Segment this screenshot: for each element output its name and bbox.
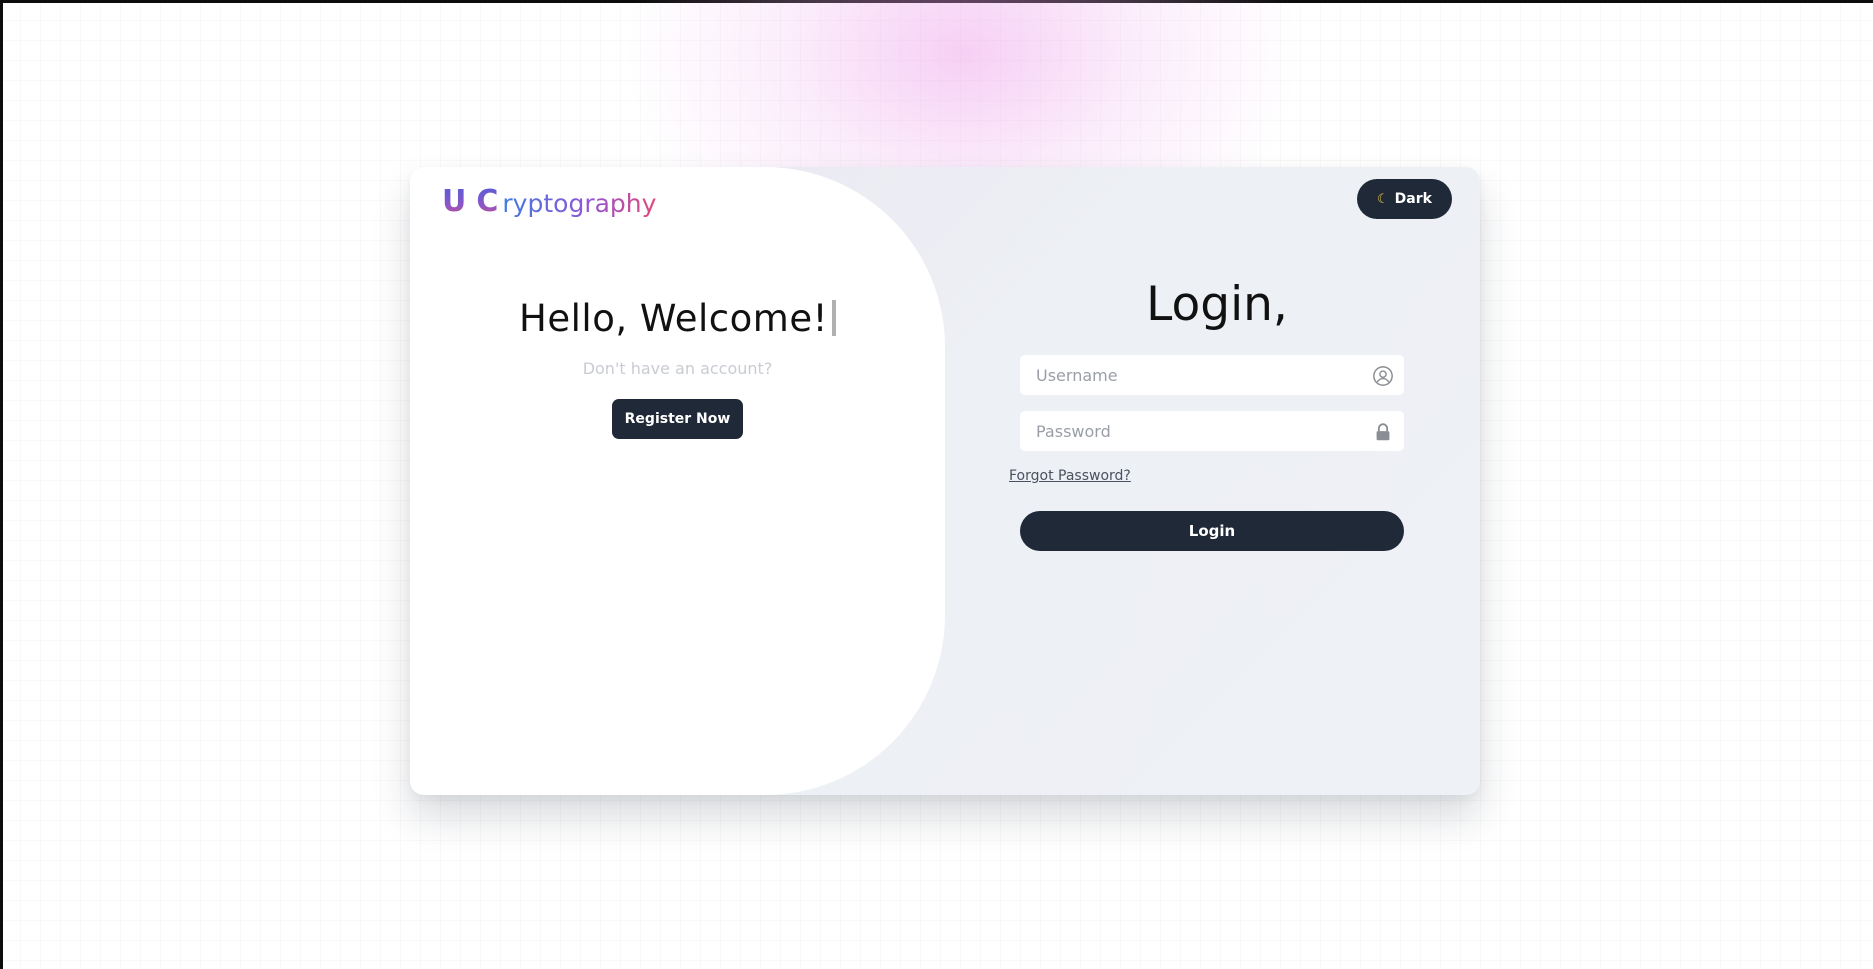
typing-caret	[831, 300, 836, 336]
logo-letter-c: C	[476, 184, 499, 219]
dark-mode-label: Dark	[1394, 191, 1432, 207]
logo-wordmark: ryptography	[502, 189, 657, 218]
welcome-heading: Hello, Welcome!	[410, 297, 945, 340]
dark-mode-toggle[interactable]: ☾ Dark	[1357, 179, 1452, 219]
auth-card: U C ryptography Hello, Welcome! Don't ha…	[410, 167, 1480, 795]
logo-letter-u: U	[442, 184, 467, 219]
username-input[interactable]	[1020, 355, 1356, 395]
password-field	[1020, 411, 1404, 451]
password-input[interactable]	[1020, 411, 1356, 451]
login-title: Login,	[1146, 277, 1288, 332]
login-button[interactable]: Login	[1020, 511, 1404, 551]
welcome-panel: U C ryptography Hello, Welcome! Don't ha…	[410, 167, 945, 795]
username-field	[1020, 355, 1404, 395]
moon-icon: ☾	[1377, 191, 1389, 207]
brand-logo: U C ryptography	[442, 187, 656, 217]
forgot-password-link[interactable]: Forgot Password?	[1009, 468, 1131, 484]
user-circle-icon	[1373, 366, 1393, 386]
lock-icon	[1376, 423, 1390, 441]
register-button[interactable]: Register Now	[612, 399, 743, 439]
no-account-text: Don't have an account?	[582, 359, 773, 378]
welcome-heading-text: Hello, Welcome!	[519, 297, 828, 340]
